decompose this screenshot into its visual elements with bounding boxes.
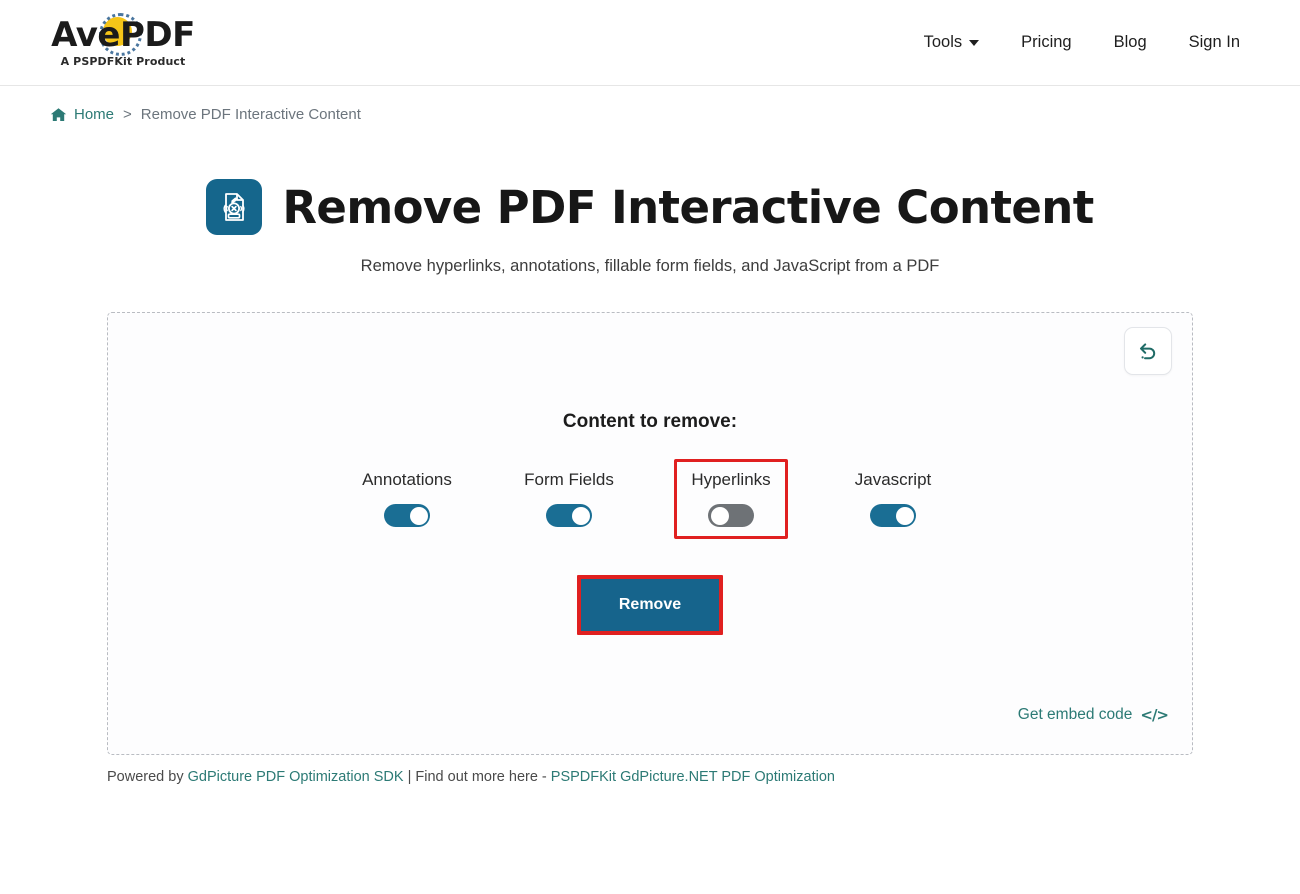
- toggle-knob: [895, 506, 914, 525]
- site-logo[interactable]: Av e PDF A PSPDFKit Product: [48, 12, 198, 68]
- toggle-label-javascript: Javascript: [854, 470, 932, 489]
- toggle-switch-hyperlinks[interactable]: [708, 504, 754, 527]
- powered-middle: | Find out more here -: [403, 769, 551, 785]
- nav-item-blog[interactable]: Blog: [1114, 33, 1147, 52]
- toggle-item-javascript[interactable]: Javascript: [836, 459, 950, 539]
- hero-title-row: Remove PDF Interactive Content: [0, 179, 1300, 235]
- breadcrumb-current-page: Remove PDF Interactive Content: [140, 106, 361, 123]
- site-header: Av e PDF A PSPDFKit Product Tools Pricin…: [0, 0, 1300, 86]
- hero-section: Remove PDF Interactive Content Remove hy…: [0, 179, 1300, 276]
- toggle-knob: [571, 506, 590, 525]
- logo-wordmark: Av e PDF: [51, 12, 195, 56]
- code-brackets-icon: </>: [1140, 706, 1169, 724]
- toggle-group: Annotations Form Fields Hyperlinks Javas…: [108, 459, 1192, 539]
- powered-prefix: Powered by: [107, 769, 188, 785]
- powered-by-footer: Powered by GdPicture PDF Optimization SD…: [107, 769, 1193, 785]
- toggle-label-hyperlinks: Hyperlinks: [691, 470, 771, 489]
- embed-code-label: Get embed code: [1017, 706, 1133, 723]
- toggle-item-annotations[interactable]: Annotations: [350, 459, 464, 539]
- home-icon: [50, 107, 67, 121]
- main-navigation: Tools Pricing Blog Sign In: [924, 33, 1240, 52]
- toggle-label-form-fields: Form Fields: [524, 470, 614, 489]
- page-title: Remove PDF Interactive Content: [282, 180, 1094, 234]
- tool-panel: Content to remove: Annotations Form Fiel…: [107, 312, 1193, 755]
- nav-item-tools[interactable]: Tools: [924, 33, 980, 52]
- remove-interactive-content-icon: [206, 179, 263, 235]
- nav-item-sign-in[interactable]: Sign In: [1189, 33, 1240, 52]
- toggle-switch-form-fields[interactable]: [546, 504, 592, 527]
- remove-button[interactable]: Remove: [576, 575, 724, 635]
- gdpicture-sdk-link[interactable]: GdPicture PDF Optimization SDK: [188, 769, 404, 785]
- toggle-switch-annotations[interactable]: [384, 504, 430, 527]
- reset-button[interactable]: [1124, 327, 1172, 375]
- toggle-item-form-fields[interactable]: Form Fields: [512, 459, 626, 539]
- toggle-label-annotations: Annotations: [362, 470, 452, 489]
- toggle-knob: [710, 506, 729, 525]
- remove-button-wrapper: Remove: [108, 575, 1192, 635]
- breadcrumb: Home > Remove PDF Interactive Content: [0, 86, 1300, 123]
- breadcrumb-home-link[interactable]: Home: [50, 106, 114, 123]
- pspdfkit-optimization-link[interactable]: PSPDFKit GdPicture.NET PDF Optimization: [551, 769, 835, 785]
- nav-label-tools: Tools: [923, 33, 963, 51]
- toggle-knob: [409, 506, 428, 525]
- chevron-down-icon: [969, 39, 980, 46]
- logo-text-pdf: PDF: [119, 14, 195, 55]
- toggle-switch-javascript[interactable]: [870, 504, 916, 527]
- undo-reset-icon: [1140, 343, 1156, 360]
- page-subtitle: Remove hyperlinks, annotations, fillable…: [360, 257, 940, 275]
- nav-item-pricing[interactable]: Pricing: [1021, 33, 1071, 52]
- panel-heading: Content to remove:: [562, 411, 738, 432]
- get-embed-code-link[interactable]: Get embed code </>: [1017, 706, 1169, 724]
- toggle-item-hyperlinks[interactable]: Hyperlinks: [674, 459, 788, 539]
- logo-tagline: A PSPDFKit Product: [60, 54, 186, 68]
- breadcrumb-separator: >: [123, 106, 132, 123]
- logo-text-av: Av: [51, 14, 98, 55]
- breadcrumb-home-label: Home: [74, 106, 115, 123]
- logo-text-e: e: [97, 14, 120, 55]
